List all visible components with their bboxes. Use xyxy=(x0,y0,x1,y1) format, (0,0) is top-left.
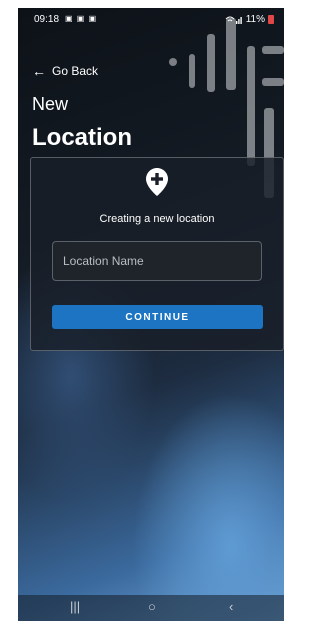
decorative-bar xyxy=(262,78,284,86)
decorative-bar xyxy=(169,58,177,66)
nav-back-button[interactable]: ‹ xyxy=(229,599,233,614)
go-back-button[interactable]: ← Go Back xyxy=(32,64,98,78)
decorative-bar xyxy=(207,34,215,92)
status-bar: 09:18 ▣ ▣ ▣ 11% xyxy=(18,8,284,28)
battery-icon xyxy=(268,15,274,24)
wifi-signal-icon xyxy=(225,16,242,24)
page-title-line1: New xyxy=(32,94,69,114)
recents-button[interactable]: ||| xyxy=(70,599,80,614)
decorative-bar xyxy=(247,46,255,166)
home-button[interactable]: ○ xyxy=(148,599,156,614)
arrow-left-icon: ← xyxy=(32,63,46,79)
status-right: 11% xyxy=(225,14,274,25)
system-nav-bar: ||| ○ ‹ xyxy=(18,595,284,621)
continue-button[interactable]: CONTINUE xyxy=(52,305,263,329)
decorative-bar xyxy=(189,54,195,88)
card-caption: Creating a new location xyxy=(99,213,215,225)
map-pin-add-icon xyxy=(146,168,168,196)
page-title-line2: Location xyxy=(32,124,132,151)
status-time: 09:18 xyxy=(34,14,60,25)
location-name-input[interactable] xyxy=(52,241,262,281)
decorative-bar xyxy=(226,18,236,90)
decorative-bar xyxy=(262,46,284,54)
go-back-label: Go Back xyxy=(52,64,99,78)
battery-percent: 11% xyxy=(245,14,265,25)
notification-icons: ▣ ▣ ▣ xyxy=(65,14,98,23)
phone-screen: 09:18 ▣ ▣ ▣ 11% ← Go Back New Location C… xyxy=(18,8,284,621)
new-location-card: Creating a new location CONTINUE xyxy=(30,157,284,351)
